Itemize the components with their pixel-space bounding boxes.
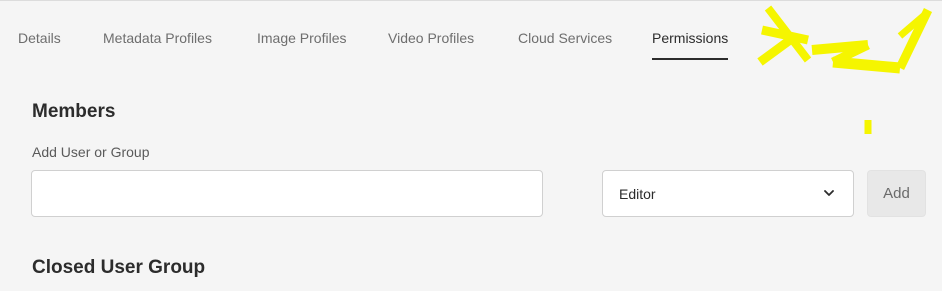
add-user-or-group-input[interactable] <box>31 170 543 217</box>
members-heading: Members <box>32 101 116 122</box>
add-button[interactable]: Add <box>867 170 926 217</box>
tab-details[interactable]: Details <box>18 30 61 60</box>
role-select[interactable]: Editor <box>602 170 854 217</box>
tab-video-profiles[interactable]: Video Profiles <box>388 30 474 60</box>
role-select-value: Editor <box>619 185 656 202</box>
tab-image-profiles[interactable]: Image Profiles <box>257 30 346 60</box>
tab-cloud-services[interactable]: Cloud Services <box>518 30 612 60</box>
tab-permissions[interactable]: Permissions <box>652 30 729 60</box>
yellow-scribble-mark <box>757 5 933 134</box>
closed-user-group-heading: Closed User Group <box>32 257 206 278</box>
chevron-down-icon <box>823 188 835 200</box>
add-user-or-group-label: Add User or Group <box>32 144 150 160</box>
tab-metadata-profiles[interactable]: Metadata Profiles <box>103 30 212 60</box>
top-divider <box>0 0 942 4</box>
